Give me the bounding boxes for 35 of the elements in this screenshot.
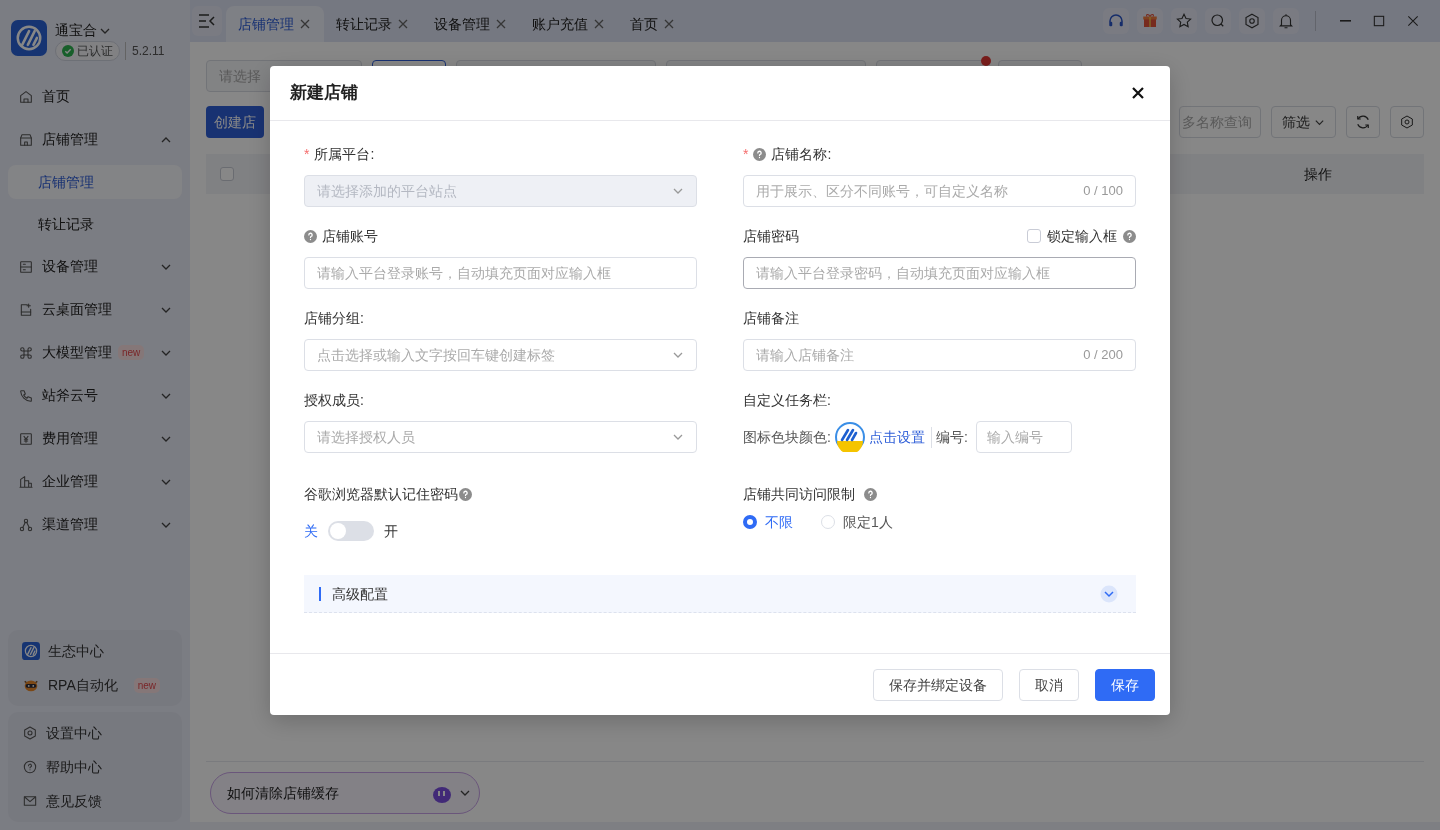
required-mark: *	[743, 144, 749, 164]
menu-label: 大模型管理	[42, 343, 112, 362]
switch-off-label: 关	[304, 521, 318, 541]
switch-on-label: 开	[384, 521, 398, 541]
menu-label: 渠道管理	[42, 515, 98, 534]
version-label: 5.2.11	[125, 42, 165, 60]
menu-label: 费用管理	[42, 429, 98, 448]
field-label: 店铺共同访问限制	[743, 484, 855, 504]
dialog-title: 新建店铺	[290, 82, 358, 104]
lock-label: 锁定输入框	[1047, 226, 1117, 246]
field-label: 谷歌浏览器默认记住密码	[304, 484, 458, 504]
menu-label: 首页	[42, 87, 70, 106]
assistant-question: 如何清除店铺缓存	[227, 783, 340, 803]
field-label: 店铺分组:	[304, 308, 364, 328]
field-label: 店铺名称:	[771, 144, 832, 164]
field-label: 店铺密码	[743, 226, 799, 246]
field-label: 店铺账号	[322, 226, 378, 246]
menu-label: 企业管理	[42, 472, 98, 491]
menu-label: 设备管理	[42, 257, 98, 276]
color-label: 图标色块颜色:	[743, 427, 831, 447]
menu-label: 站斧云号	[42, 386, 98, 405]
field-label: 授权成员:	[304, 390, 364, 410]
field-label: 店铺备注	[743, 308, 799, 328]
new-badge: new	[133, 677, 161, 693]
character-counter: 0 / 100	[1083, 182, 1123, 201]
new-badge: new	[118, 345, 145, 360]
number-label: 编号:	[935, 427, 968, 447]
menu-label: 店铺管理	[42, 130, 98, 149]
field-label: 自定义任务栏:	[743, 390, 831, 410]
field-label: 所属平台:	[314, 144, 375, 164]
verified-badge: 已认证	[55, 41, 120, 61]
column-header: 操作	[1304, 164, 1333, 184]
character-counter: 0 / 200	[1083, 346, 1123, 365]
required-mark: *	[304, 144, 310, 164]
menu-label: 云桌面管理	[42, 300, 112, 319]
